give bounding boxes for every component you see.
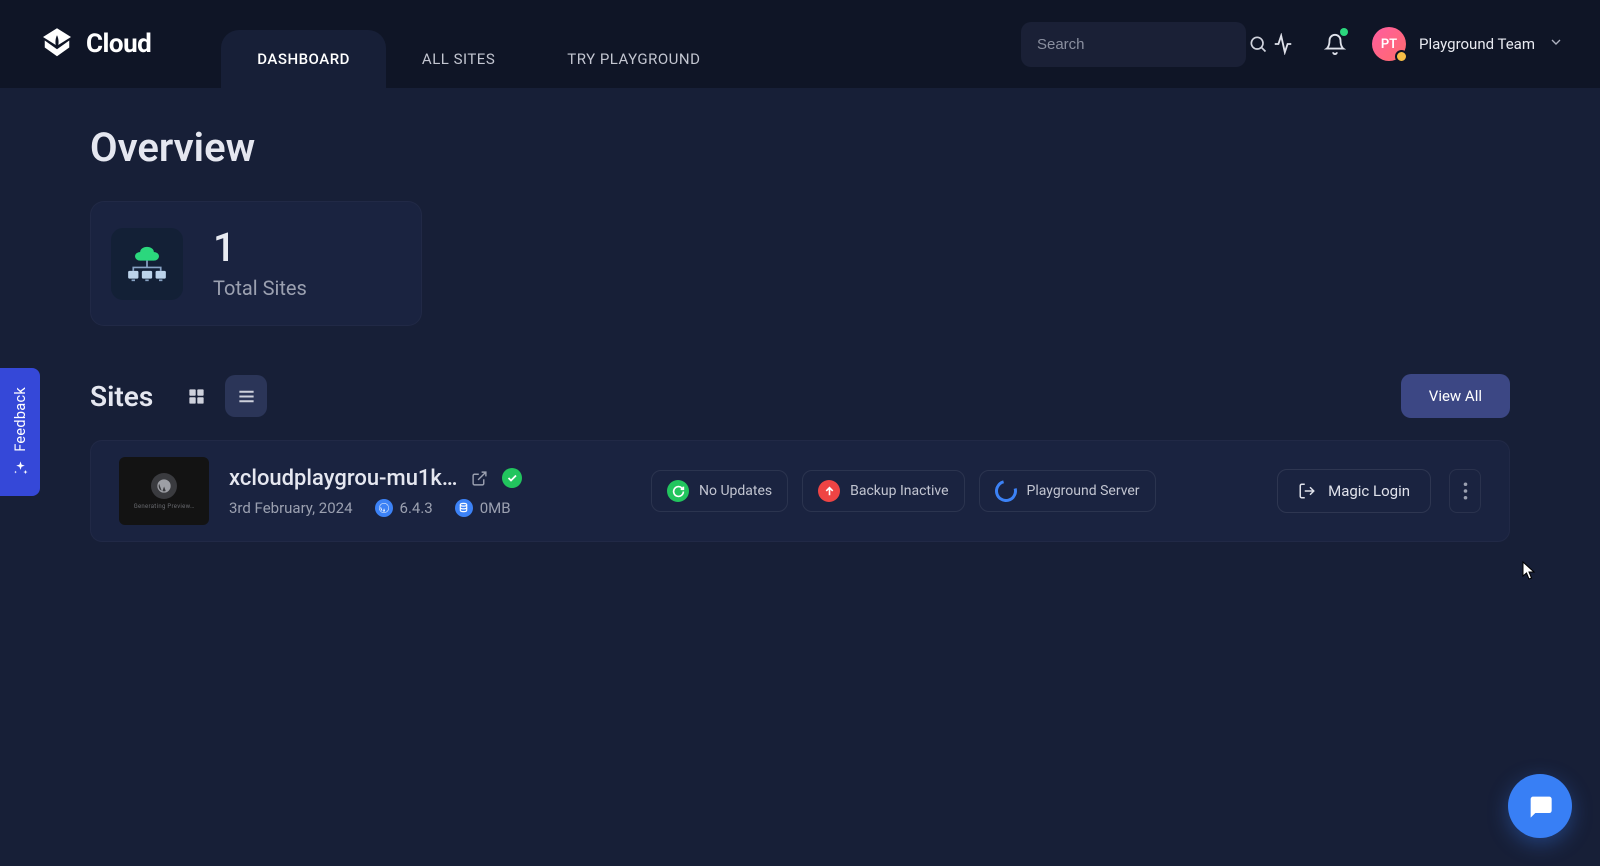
- site-more-menu[interactable]: [1449, 469, 1481, 513]
- site-wp-version: 6.4.3: [375, 499, 433, 517]
- magic-login-button[interactable]: Magic Login: [1277, 469, 1431, 513]
- backup-icon: [818, 480, 840, 502]
- logo[interactable]: Cloud: [36, 23, 151, 65]
- app-header: Cloud DASHBOARD ALL SITES TRY PLAYGROUND: [0, 0, 1600, 88]
- kebab-icon: [1463, 482, 1468, 500]
- avatar: PT: [1372, 27, 1406, 61]
- grid-icon: [187, 387, 206, 406]
- avatar-status-dot-icon: [1395, 50, 1408, 63]
- search-input[interactable]: [1037, 36, 1236, 53]
- wordpress-badge-icon: [375, 499, 393, 517]
- activity-icon[interactable]: [1268, 29, 1298, 59]
- verified-icon: [502, 468, 522, 488]
- site-row[interactable]: Generating Preview… xcloudplaygrou-mu1k……: [90, 440, 1510, 542]
- page-title: Overview: [90, 124, 1510, 171]
- site-actions: Magic Login: [1277, 469, 1481, 513]
- sites-section-head: Sites View All: [90, 374, 1510, 418]
- sites-title: Sites: [90, 380, 153, 413]
- refresh-icon: [667, 480, 689, 502]
- site-size: 0MB: [455, 499, 511, 517]
- team-menu[interactable]: PT Playground Team: [1372, 27, 1564, 61]
- chevron-down-icon: [1548, 34, 1564, 54]
- list-view-toggle[interactable]: [225, 375, 267, 417]
- site-thumbnail: Generating Preview…: [119, 457, 209, 525]
- avatar-initials: PT: [1381, 37, 1397, 52]
- server-spinner-icon: [991, 476, 1021, 506]
- thumb-caption: Generating Preview…: [134, 503, 195, 510]
- view-toggle-group: [175, 375, 267, 417]
- total-sites-count: 1: [213, 228, 307, 268]
- backup-badge[interactable]: Backup Inactive: [802, 470, 964, 512]
- server-badge[interactable]: Playground Server: [979, 470, 1156, 512]
- nav-try-playground[interactable]: TRY PLAYGROUND: [531, 30, 736, 88]
- notifications-icon[interactable]: [1320, 29, 1350, 59]
- search-box[interactable]: [1021, 22, 1246, 67]
- external-link-icon[interactable]: [471, 470, 488, 487]
- notification-dot-icon: [1340, 28, 1348, 36]
- grid-view-toggle[interactable]: [175, 375, 217, 417]
- logo-text: Cloud: [86, 29, 151, 59]
- updates-badge[interactable]: No Updates: [651, 470, 788, 512]
- search-icon[interactable]: [1248, 34, 1268, 54]
- feedback-tab[interactable]: Feedback: [0, 368, 40, 496]
- feedback-label: Feedback: [12, 387, 29, 452]
- chat-button[interactable]: [1508, 774, 1572, 838]
- wordpress-icon: [151, 473, 177, 499]
- stat-text: 1 Total Sites: [213, 228, 307, 300]
- site-meta: 3rd February, 2024 6.4.3 0MB: [229, 499, 589, 517]
- chat-icon: [1526, 792, 1554, 820]
- nav-all-sites[interactable]: ALL SITES: [386, 30, 531, 88]
- main-content: Overview 1 Total Sites Sites: [0, 88, 1600, 866]
- list-icon: [237, 387, 256, 406]
- sites-icon: [111, 228, 183, 300]
- site-date: 3rd February, 2024: [229, 499, 353, 517]
- login-icon: [1298, 482, 1316, 500]
- site-name-row: xcloudplaygrou-mu1k…: [229, 466, 589, 491]
- site-name[interactable]: xcloudplaygrou-mu1k…: [229, 466, 457, 491]
- main-nav: DASHBOARD ALL SITES TRY PLAYGROUND: [221, 0, 736, 88]
- site-badges: No Updates Backup Inactive Playground Se…: [651, 470, 1156, 512]
- database-icon: [455, 499, 473, 517]
- logo-icon: [36, 23, 78, 65]
- team-name: Playground Team: [1419, 35, 1535, 53]
- site-info: xcloudplaygrou-mu1k… 3rd February, 2024: [229, 466, 589, 517]
- view-all-button[interactable]: View All: [1401, 374, 1510, 418]
- total-sites-card[interactable]: 1 Total Sites: [90, 201, 422, 326]
- total-sites-label: Total Sites: [213, 276, 307, 300]
- header-right: PT Playground Team: [1021, 22, 1564, 67]
- sparkle-icon: [12, 460, 29, 477]
- nav-dashboard[interactable]: DASHBOARD: [221, 30, 386, 88]
